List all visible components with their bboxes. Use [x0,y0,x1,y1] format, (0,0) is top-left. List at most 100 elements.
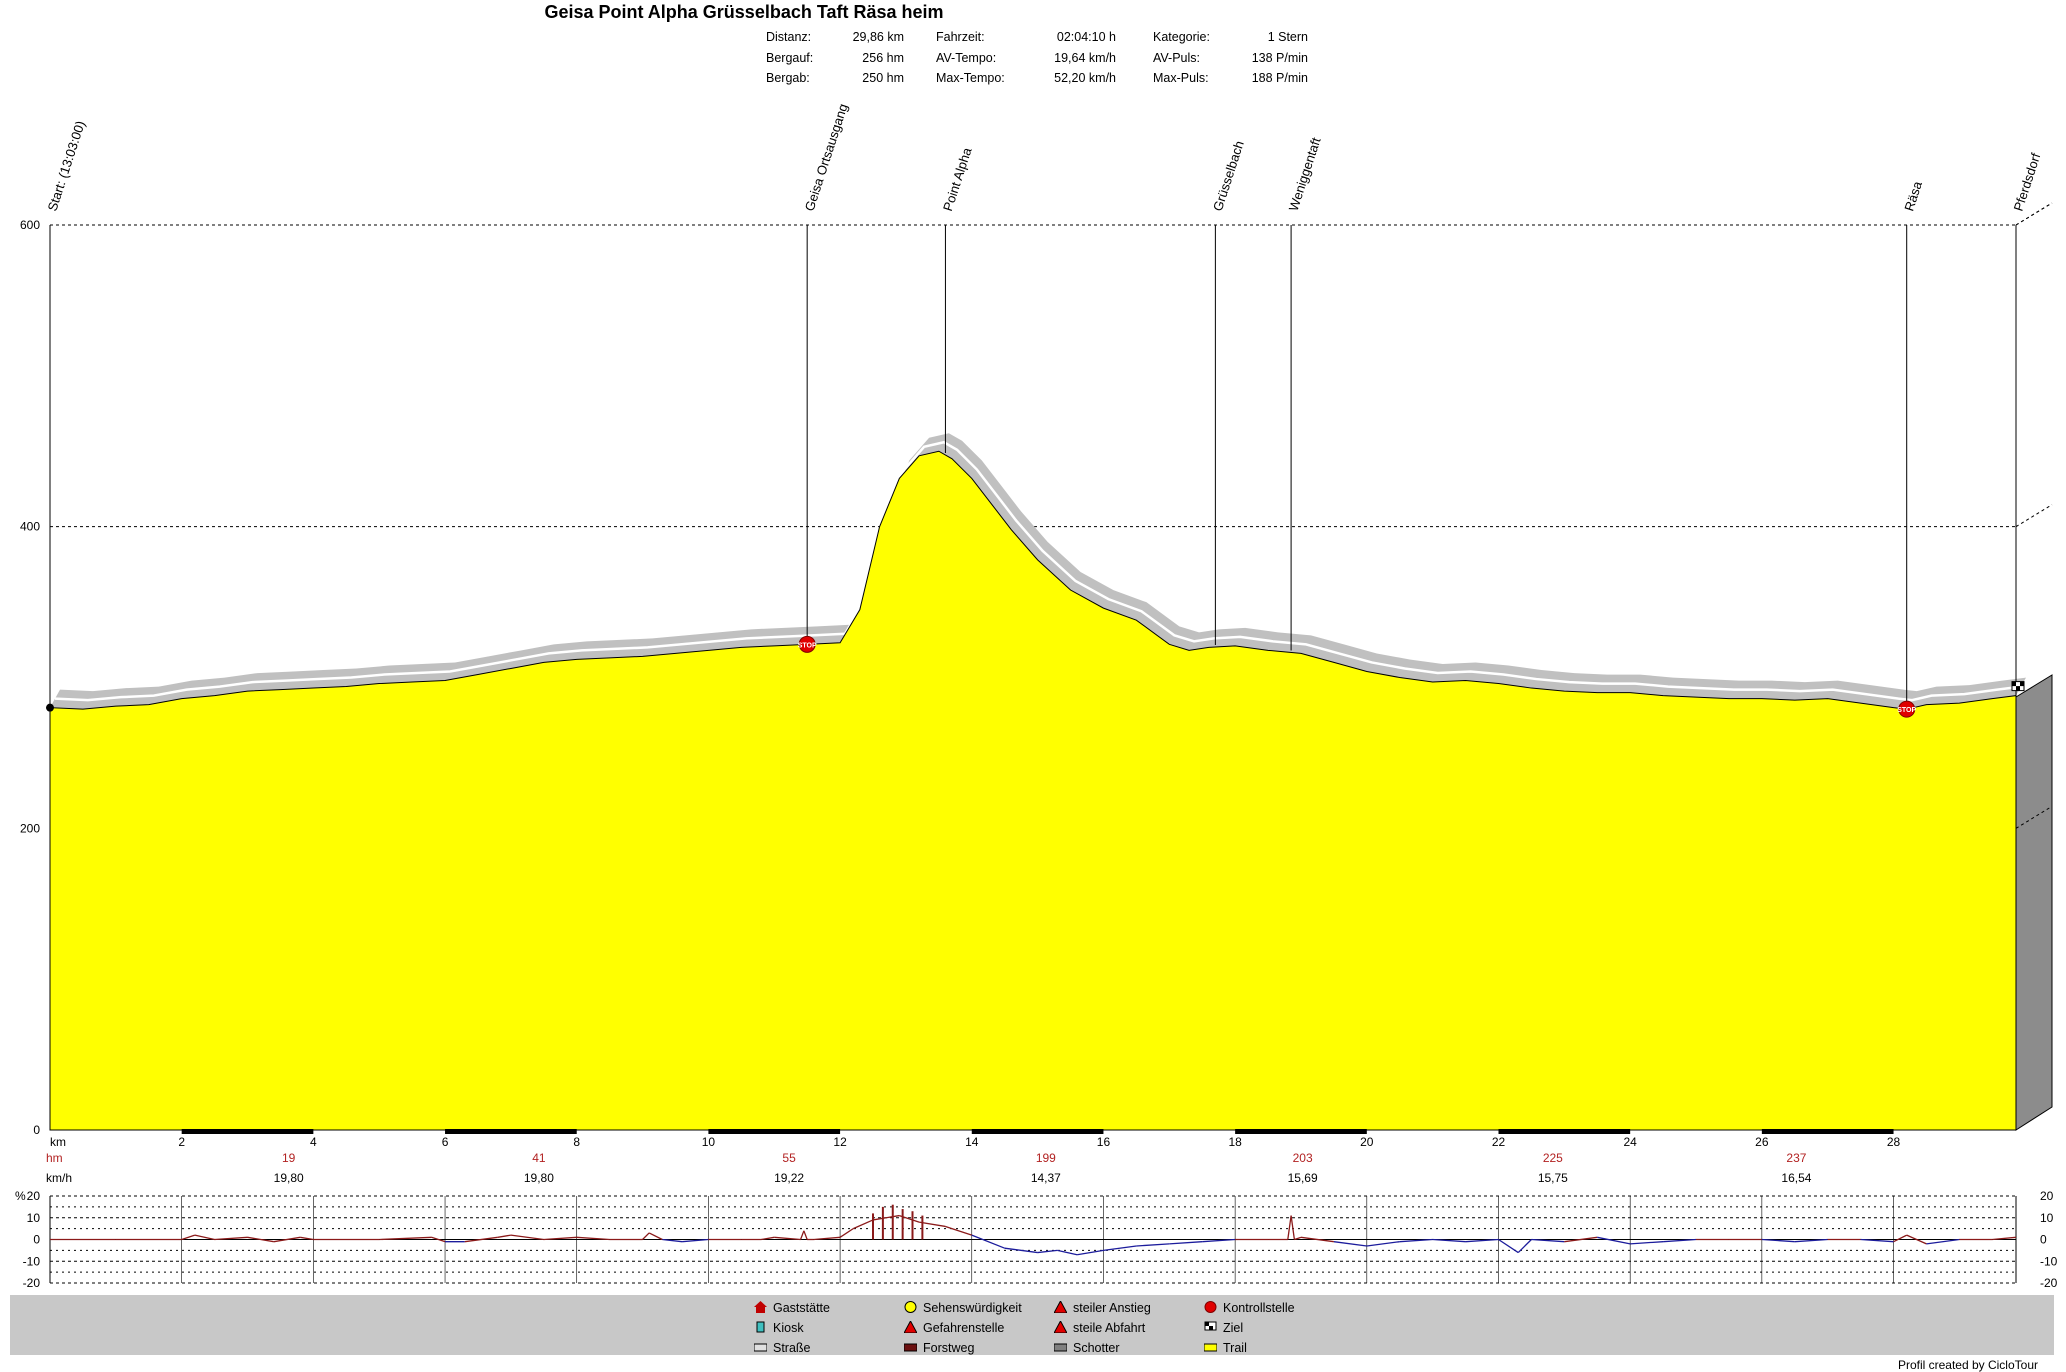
hm-value: 203 [1293,1151,1313,1165]
waypoint-label: Grüsselbach [1210,139,1247,213]
gradient-line-segment [872,1214,900,1221]
finish-flag-check [2020,681,2024,687]
gradient-line-segment [648,1232,663,1241]
legend-label: Trail [1223,1341,1247,1355]
gravel-swatch [1053,1341,1068,1352]
gradient-line-segment [1103,1245,1137,1252]
legend-label: steile Abfahrt [1073,1321,1146,1335]
x-tick-label: 2 [178,1135,185,1149]
finish-flag-icon [1204,1321,1217,1332]
x-tick-label: 20 [1360,1135,1374,1149]
smiley-icon [904,1301,917,1313]
stop-icon-text: STOP [798,642,817,649]
x-tick-label: 26 [1755,1135,1769,1149]
hm-value: 199 [1036,1151,1056,1165]
gradient-line-segment [1517,1239,1532,1254]
gradient-tick-label: 0 [33,1233,40,1247]
legend-item: steiler Anstieg [1053,1299,1151,1315]
hm-value: 41 [532,1151,546,1165]
gradient-tick-label-right: -10 [2040,1254,2058,1268]
gradient-line-segment [1290,1215,1296,1240]
gradient-line-segment [1926,1238,1960,1245]
kmh-value: 14,37 [1031,1171,1061,1185]
kmh-value: 19,80 [524,1171,554,1185]
x-tick-label: 4 [310,1135,317,1149]
hm-value: 55 [782,1151,796,1165]
legend-item: Gefahrenstelle [903,1319,1005,1335]
legend-item: Forstweg [903,1341,975,1355]
gradient-line-segment [194,1234,215,1241]
legend-label: Straße [773,1341,811,1355]
legend-label: Sehenswürdigkeit [923,1301,1022,1315]
hm-row-label: hm [46,1151,63,1165]
hm-value: 237 [1786,1151,1806,1165]
steep-descent-icon [1053,1319,1068,1334]
waypoint-label: Pferdsdorf [2011,151,2044,213]
x-tick-label: 10 [702,1135,716,1149]
kmh-value: 15,75 [1538,1171,1568,1185]
finish-flag-check [2012,681,2016,687]
x-tick-label: 14 [965,1135,979,1149]
gradient-line-segment [799,1230,805,1240]
gradient-line-segment [945,1225,972,1236]
y-tick-label: 0 [33,1123,40,1137]
gradient-tick-label: -10 [23,1254,41,1268]
x-tick-label: 18 [1228,1135,1242,1149]
finish-flag-check [2016,686,2020,691]
legend-label: Gefahrenstelle [923,1321,1005,1335]
km-scale-segment [708,1129,841,1134]
gradient-tick-label-right: 10 [2040,1211,2054,1225]
forest-road-swatch [903,1341,918,1352]
legend-label: Gaststätte [773,1301,830,1315]
gradient-line-segment [1136,1243,1170,1247]
road-swatch [753,1341,768,1352]
km-scale-segment [1498,1129,1631,1134]
km-scale-segment [181,1129,314,1134]
waypoint-label: Räsa [1901,179,1925,213]
waypoint-label: Point Alpha [940,145,975,213]
gradient-line-segment [971,1234,1005,1249]
y-tick-label: 200 [20,821,40,835]
km-scale-segment [1235,1129,1367,1134]
legend-item: Straße [753,1341,811,1355]
hm-value: 225 [1543,1151,1563,1165]
finish-flag-icon [2011,681,2025,692]
gradient-line-segment [1169,1241,1203,1245]
kmh-value: 16,54 [1781,1171,1811,1185]
legend-item: steile Abfahrt [1053,1319,1146,1335]
legend-panel: Gaststätte Kiosk Straße Sehenswürdigkeit Gef… [10,1295,2054,1355]
gradient-line-segment [497,1234,511,1238]
gradient-tick-label: 20 [27,1189,41,1203]
gradient-tick-label-right: 20 [2040,1189,2054,1203]
x-tick-label: 8 [573,1135,580,1149]
gradient-line-segment [1630,1241,1664,1245]
legend-item: Sehenswürdigkeit [904,1301,1022,1315]
legend-label: Kiosk [773,1321,804,1335]
gradient-line-segment [803,1230,808,1240]
grid-depth-line [2015,504,2053,528]
gradient-tick-label: -20 [23,1276,41,1290]
legend-label: Ziel [1223,1321,1244,1335]
x-axis-label: km [50,1135,66,1149]
km-scale-segment [1761,1129,1894,1134]
gradient-line-segment [839,1228,854,1238]
warning-icon [903,1319,918,1334]
x-tick-label: 28 [1887,1135,1901,1149]
gradient-line-segment [1077,1249,1104,1256]
legend-label: Forstweg [923,1341,975,1355]
gradient-tick-label: 10 [27,1211,41,1225]
gradient-line-segment [1893,1234,1907,1243]
hm-value: 19 [282,1151,296,1165]
x-tick-label: 22 [1492,1135,1506,1149]
legend-label: Kontrollstelle [1223,1301,1295,1315]
stop-icon-text: STOP [1897,707,1916,714]
legend-item: Schotter [1053,1341,1120,1355]
steep-climb-icon [1053,1299,1068,1314]
gradient-line-segment [642,1232,650,1240]
gradient-line-segment [181,1234,196,1241]
legend-label: Schotter [1073,1341,1120,1355]
waypoint-label: Geisa Ortsausgang [802,102,851,213]
legend-item: Kontrollstelle [1204,1301,1295,1315]
gradient-line-segment [852,1219,874,1230]
kiosk-icon [754,1321,767,1333]
